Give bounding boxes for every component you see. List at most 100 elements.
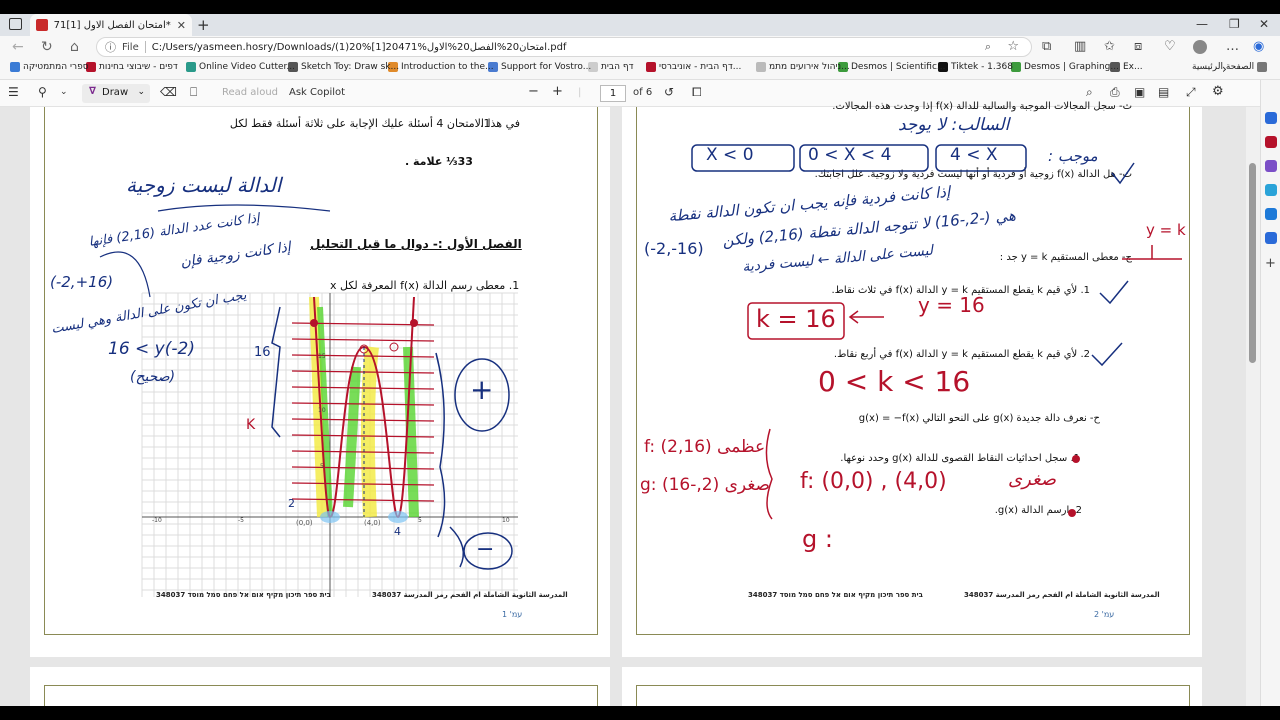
add-icon[interactable]: + [1265, 257, 1277, 270]
fav-label: Desmos | Scientific... [851, 62, 946, 72]
handwriting: (صحيح) [130, 369, 176, 385]
print-icon[interactable]: ⎙ [1110, 85, 1120, 100]
search-icon[interactable]: ⌕ [1086, 85, 1093, 100]
office-icon[interactable] [1265, 232, 1277, 244]
zoom-icon[interactable]: ⌕ [985, 40, 991, 54]
outlook-icon[interactable] [1265, 208, 1277, 220]
pen-icon: ∇ [89, 86, 96, 97]
fav-item[interactable]: ניהול אירועים מתמ... [756, 62, 850, 72]
interval: 4 < X [950, 145, 998, 165]
fav-item[interactable]: Online Video Cutter... [186, 62, 295, 72]
save-icon[interactable]: ▣ [1134, 85, 1145, 99]
zoom-out-icon[interactable]: − [528, 84, 539, 99]
tab-pdf[interactable]: *امتحان الفصل الاول [1]471 (1).pdf ✕ [30, 14, 192, 36]
marker [1072, 455, 1080, 463]
address-bar[interactable]: ⓘ File C:/Users/yasmeen.hosry/Downloads/… [96, 37, 1032, 57]
fav-item[interactable]: Desmos | Scientific... [838, 62, 946, 72]
marker [1068, 509, 1076, 517]
draw-button[interactable]: ∇ Draw ⌄ [82, 84, 150, 103]
extensions-icon[interactable]: ⧉ [1042, 39, 1051, 54]
handwriting: y = k [1146, 221, 1186, 239]
fav-item[interactable]: Desmos | Graphing... [1011, 62, 1119, 72]
graph-and-annotations [99, 204, 518, 597]
eraser-icon[interactable]: ⌫ [160, 85, 177, 99]
back-icon[interactable]: ← [12, 39, 24, 55]
chevron-down-icon[interactable]: ⌄ [137, 87, 145, 97]
expand-icon[interactable]: ⤢ [1186, 85, 1196, 100]
blue-highlight [388, 511, 408, 523]
games-icon[interactable] [1265, 184, 1277, 196]
search-sidebar-icon[interactable] [1265, 112, 1277, 124]
scrollbar[interactable] [1246, 107, 1260, 720]
page-number-input[interactable]: 1 [600, 85, 626, 102]
fav-label: דף הבית - אוניברסי... [659, 62, 742, 72]
ask-copilot-button[interactable]: Ask Copilot [289, 87, 345, 98]
scrollbar-thumb[interactable] [1249, 163, 1256, 363]
collections-icon[interactable]: ⧈ [1134, 39, 1142, 54]
pdf-page-1: في هذا الامتحان 4 أسئلة عليك الإجابة على… [30, 107, 610, 657]
handwriting: k = 16 [756, 305, 836, 333]
fav-label: Online Video Cutter... [199, 62, 296, 72]
tab-title: *امتحان الفصل الاول [1]471 (1).pdf [54, 19, 171, 31]
page-number: עמ' 2 [1094, 610, 1115, 619]
handwriting: f: عظمى (2,16) [644, 437, 766, 457]
minimize-icon[interactable]: — [1196, 17, 1208, 31]
footer-left: 348037 בית ספר תיכון מקיף אום אל פחם סמל… [748, 591, 923, 599]
x-tick-label: -10 [152, 517, 162, 524]
copilot-icon[interactable]: ◉ [1253, 39, 1264, 54]
new-tab-icon[interactable]: + [197, 16, 210, 34]
fav-label: Ex... [1123, 62, 1143, 72]
close-icon[interactable]: ✕ [177, 19, 186, 32]
handwriting: الدالة ليست زوجية [126, 173, 282, 197]
window-menu-icon[interactable] [9, 18, 22, 30]
browser-essentials-icon[interactable]: ♡ [1164, 39, 1176, 54]
chevron-right-icon[interactable]: › [1222, 62, 1227, 76]
fit-page-icon[interactable]: ⧠ [692, 85, 702, 100]
fav-label: Support for Vostro... [501, 62, 592, 72]
brace [765, 428, 773, 520]
contents-icon[interactable]: ☰ [8, 85, 19, 99]
blue-highlight [320, 511, 340, 523]
save-as-icon[interactable]: ▤ [1158, 85, 1169, 99]
page-number: עמ' 1 [502, 610, 523, 619]
fav-item[interactable]: דפים - שיבוצי בחינות [86, 62, 178, 72]
pdf-icon [36, 19, 48, 31]
fav-item[interactable]: דף הבית - אוניברסי... [646, 62, 741, 72]
restore-icon[interactable]: ❐ [1229, 17, 1240, 31]
fav-label: Tiktek - 1.368 [951, 62, 1013, 72]
rotate-icon[interactable]: ↺ [664, 85, 674, 99]
handwriting: g: صغرى (2,-16) [640, 475, 770, 495]
footer-left: 348037 בית ספר תיכון מקיף אום אל פחם סמל… [156, 591, 331, 599]
fav-item[interactable]: דף הבית [588, 62, 634, 72]
y-tick-label: 5 [320, 463, 324, 470]
shopping-icon[interactable] [1265, 136, 1277, 148]
split-screen-icon[interactable]: ▥ [1074, 39, 1086, 54]
settings-gear-icon[interactable]: ⚙ [1212, 84, 1224, 99]
home-icon[interactable]: ⌂ [70, 39, 79, 55]
url-text: C:/Users/yasmeen.hosry/Downloads/(1)20%[… [151, 41, 567, 53]
fav-item[interactable]: Sketch Toy: Draw sk... [288, 62, 399, 72]
handwriting: السالب: لا يوجد [898, 115, 1010, 135]
more-menu-icon[interactable]: … [1226, 39, 1239, 54]
tools-icon[interactable] [1265, 160, 1277, 172]
fav-item[interactable]: Tiktek - 1.368 [938, 62, 1013, 72]
fav-item[interactable]: الصفحة الرئيسية [1192, 62, 1268, 72]
chevron-down-icon[interactable]: ⌄ [60, 87, 68, 97]
fav-item[interactable]: Introduction to the... [388, 62, 494, 72]
y-tick-label: 10 [318, 407, 326, 414]
filter-icon[interactable]: ⚲ [38, 85, 47, 99]
navigation-bar: ← ↻ ⌂ ⓘ File C:/Users/yasmeen.hosry/Down… [0, 36, 1280, 58]
handwriting: (-2,-16) [644, 239, 704, 258]
window-close-icon[interactable]: ✕ [1259, 17, 1269, 31]
fav-item[interactable]: Support for Vostro... [488, 62, 591, 72]
marked-point [310, 319, 318, 327]
fav-label: ספרי המתמטיקה [23, 62, 89, 72]
refresh-icon[interactable]: ↻ [41, 39, 53, 55]
profile-avatar[interactable] [1193, 40, 1207, 54]
favorites-icon[interactable]: ✩ [1104, 39, 1115, 54]
zoom-in-icon[interactable]: + [552, 84, 563, 99]
text-box-icon[interactable]: ⎕ [190, 85, 197, 100]
read-aloud-button[interactable]: Read aloud [222, 87, 278, 98]
fav-item[interactable]: ספרי המתמטיקה [10, 62, 89, 72]
favorite-star-icon[interactable]: ☆ [1007, 39, 1019, 54]
